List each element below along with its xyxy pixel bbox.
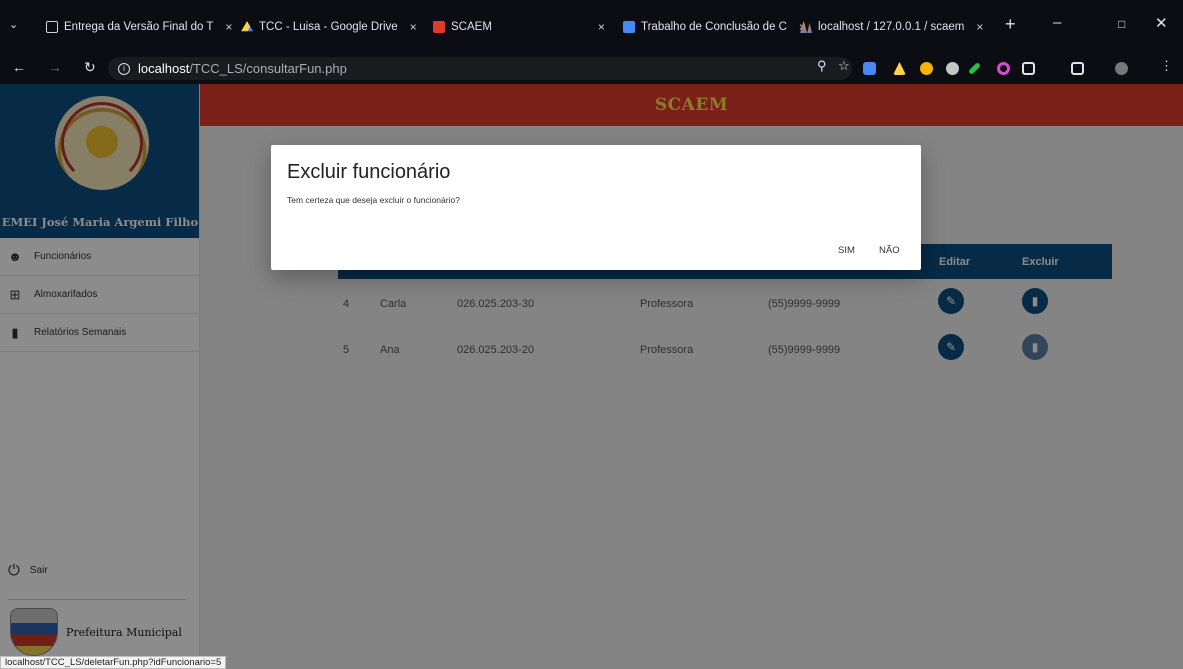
profile-avatar-icon[interactable]: [1115, 62, 1128, 75]
close-icon[interactable]: ×: [410, 20, 417, 34]
zoom-icon[interactable]: ⚲: [817, 58, 827, 74]
cancel-no-button[interactable]: NÃO: [879, 245, 900, 256]
status-bar-url: localhost/TCC_LS/deletarFun.php?idFuncio…: [0, 656, 227, 669]
bookmark-star-icon[interactable]: ☆: [838, 58, 850, 74]
scaem-icon: [433, 21, 445, 33]
tab-title: Trabalho de Conclusão de C: [641, 21, 787, 33]
new-tab-button[interactable]: +: [1005, 14, 1016, 35]
side-panel-icon[interactable]: [1071, 62, 1084, 75]
extension-icon[interactable]: [946, 62, 959, 75]
tab-search-chevron-icon[interactable]: ⌄: [9, 18, 18, 31]
address-bar[interactable]: i localhost/TCC_LS/consultarFun.php: [108, 57, 852, 80]
tab-title: SCAEM: [451, 21, 492, 33]
browser-toolbar: ← → ↻ i localhost/TCC_LS/consultarFun.ph…: [0, 52, 1183, 84]
drive-icon: [241, 21, 253, 32]
tab-trabalho[interactable]: Trabalho de Conclusão de C ×: [623, 17, 806, 37]
close-icon[interactable]: ×: [976, 20, 983, 34]
tab-scaem[interactable]: SCAEM ×: [433, 17, 605, 37]
window-close-icon[interactable]: ✕: [1155, 14, 1168, 32]
docs-icon: [623, 21, 635, 33]
browser-tab-strip: ⌄ Entrega da Versão Final do T × TCC - L…: [0, 0, 1183, 52]
tab-title: localhost / 127.0.0.1 / scaem: [818, 21, 965, 33]
dialog-title: Excluir funcionário: [287, 161, 451, 183]
extensions-puzzle-icon[interactable]: [1022, 62, 1035, 75]
close-icon[interactable]: ×: [598, 20, 605, 34]
tab-phpmyadmin[interactable]: localhost / 127.0.0.1 / scaem ×: [800, 17, 983, 37]
circle-extension-icon[interactable]: [997, 62, 1010, 75]
drive-extension-icon[interactable]: [893, 62, 906, 75]
chrome-extension-icon[interactable]: [920, 62, 933, 75]
pen-extension-icon[interactable]: [968, 62, 981, 75]
browser-menu-icon[interactable]: ⋮: [1160, 58, 1173, 74]
phpmyadmin-icon: [800, 21, 812, 33]
confirm-yes-button[interactable]: SIM: [838, 245, 855, 256]
tab-title: TCC - Luisa - Google Drive: [259, 21, 398, 33]
close-icon[interactable]: ×: [225, 20, 232, 34]
maximize-icon[interactable]: □: [1118, 17, 1125, 31]
reload-icon[interactable]: ↻: [84, 59, 96, 76]
doc-icon: [46, 21, 58, 33]
site-info-icon[interactable]: i: [118, 62, 130, 75]
tab-title: Entrega da Versão Final do T: [64, 21, 214, 33]
tab-entrega[interactable]: Entrega da Versão Final do T ×: [46, 17, 232, 37]
forward-icon[interactable]: →: [48, 59, 62, 75]
url-path: /TCC_LS/consultarFun.php: [189, 61, 347, 76]
web-page: EMEI José Maria Argemi Filho ☻ Funcionár…: [0, 84, 1183, 669]
translate-extension-icon[interactable]: [863, 62, 876, 75]
minimize-icon[interactable]: –: [1053, 14, 1061, 31]
dialog-message: Tem certeza que deseja excluir o funcion…: [287, 195, 460, 205]
url-host: localhost: [138, 61, 190, 76]
tab-google-drive[interactable]: TCC - Luisa - Google Drive ×: [241, 17, 417, 37]
back-icon[interactable]: ←: [12, 59, 26, 75]
delete-confirm-dialog: Excluir funcionário Tem certeza que dese…: [271, 145, 921, 270]
